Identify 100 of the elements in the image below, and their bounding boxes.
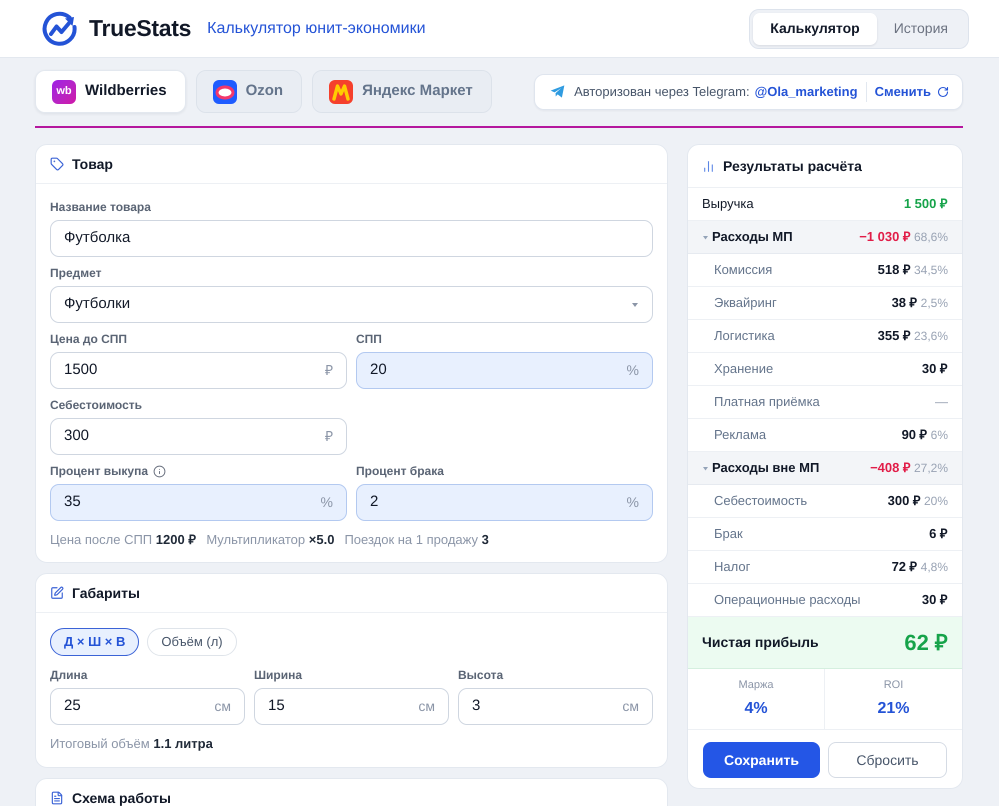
card-title: Товар bbox=[72, 156, 113, 172]
row-label: Реклама bbox=[714, 426, 766, 444]
share-value: 2,5% bbox=[920, 295, 948, 312]
row-label: Эквайринг bbox=[714, 294, 777, 312]
field-label: Цена до СПП bbox=[50, 331, 128, 348]
expense-group-row[interactable]: Расходы МП −1 030 ₽ 68,6% bbox=[688, 221, 962, 254]
refresh-icon bbox=[937, 86, 949, 98]
row-value: 72 ₽ bbox=[892, 558, 918, 576]
input-field[interactable]: Футболка bbox=[50, 220, 653, 257]
row-value: −408 ₽ bbox=[870, 459, 911, 478]
unit-label: ₽ bbox=[325, 427, 333, 446]
row-value: — bbox=[935, 393, 948, 412]
edit-icon bbox=[50, 586, 64, 600]
logo-icon bbox=[42, 10, 78, 46]
nav-tab[interactable]: Калькулятор bbox=[753, 12, 877, 44]
paper-plane-icon bbox=[550, 85, 566, 98]
row-value: −1 030 ₽ bbox=[859, 228, 911, 246]
input-field[interactable]: 1500 ₽ bbox=[50, 352, 347, 389]
input-field[interactable]: 35 % bbox=[50, 484, 347, 521]
expense-group-row[interactable]: Расходы вне МП −408 ₽ 27,2% bbox=[688, 452, 962, 485]
input-field[interactable]: 2 % bbox=[356, 484, 653, 521]
marketplace-tab[interactable]: Яндекс Маркет bbox=[312, 70, 492, 113]
row-value: 518 ₽ bbox=[878, 261, 911, 280]
metric-value: 21% bbox=[877, 698, 910, 719]
row-label: Расходы МП bbox=[712, 228, 793, 246]
input-field[interactable]: 15 см bbox=[254, 688, 449, 725]
row-value: 30 ₽ bbox=[922, 591, 948, 610]
auth-status-text: Авторизован через Telegram: bbox=[574, 82, 750, 101]
bar-chart-icon bbox=[702, 160, 715, 172]
marketplace-logo: wb bbox=[52, 80, 76, 104]
caret-icon bbox=[632, 302, 638, 306]
row-value: 30 ₽ bbox=[922, 360, 948, 378]
field-label: Процент брака bbox=[356, 463, 444, 480]
field-label: Процент выкупа bbox=[50, 463, 148, 480]
row-label: Выручка bbox=[702, 195, 754, 214]
zigzag-logo-icon bbox=[329, 80, 354, 104]
field-label: Ширина bbox=[254, 667, 302, 684]
row-label: Логистика bbox=[714, 327, 775, 346]
unit-label: ₽ bbox=[325, 361, 333, 380]
username-link[interactable]: @Ola_marketing bbox=[754, 82, 858, 102]
unit-label: % bbox=[626, 361, 639, 380]
share-value: 27,2% bbox=[914, 460, 948, 477]
card-title: Габариты bbox=[72, 585, 140, 601]
unit-label: % bbox=[320, 493, 333, 512]
field-label: Предмет bbox=[50, 265, 102, 282]
input-field[interactable]: 300 ₽ bbox=[50, 418, 347, 455]
field-label: Высота bbox=[458, 667, 504, 684]
input-field[interactable]: 3 см bbox=[458, 688, 653, 725]
nav-tab[interactable]: История bbox=[876, 12, 965, 44]
brand-name: TrueStats bbox=[89, 14, 192, 44]
summary-stat: Поездок на 1 продажу 3 bbox=[344, 532, 489, 548]
share-value: 6% bbox=[930, 427, 948, 444]
mode-toggle[interactable]: Объём (л) bbox=[147, 628, 237, 656]
mode-toggle[interactable]: Д × Ш × В bbox=[50, 628, 140, 656]
card-title: Схема работы bbox=[72, 790, 171, 806]
row-label: Себестоимость bbox=[714, 492, 808, 510]
row-value: 355 ₽ bbox=[878, 327, 911, 346]
row-label: Комиссия bbox=[714, 261, 772, 280]
change-account-button[interactable]: Сменить bbox=[874, 82, 949, 102]
input-field[interactable]: 20 % bbox=[356, 352, 653, 389]
marketplace-tab[interactable]: wb Wildberries bbox=[35, 70, 186, 113]
unit-label: см bbox=[214, 697, 231, 716]
row-label: Хранение bbox=[714, 360, 774, 378]
share-value: 23,6% bbox=[914, 328, 948, 345]
field-label: Длина bbox=[50, 667, 88, 684]
row-value: 1 500 ₽ bbox=[904, 195, 948, 214]
select-field[interactable]: Футболки bbox=[50, 286, 653, 323]
ring-logo-icon bbox=[212, 80, 237, 104]
info-icon[interactable] bbox=[153, 464, 166, 478]
row-label: Брак bbox=[714, 525, 743, 544]
profit-label: Чистая прибыль bbox=[702, 633, 819, 652]
share-value: 4,8% bbox=[920, 559, 948, 576]
metric-label: Маржа bbox=[738, 678, 774, 694]
row-value: 38 ₽ bbox=[892, 294, 918, 312]
metric-value: 4% bbox=[744, 698, 768, 719]
share-value: 68,6% bbox=[914, 229, 948, 246]
total-volume: Итоговый объём 1.1 литра bbox=[50, 736, 213, 751]
row-value: 300 ₽ bbox=[888, 492, 921, 510]
summary-stat: Цена после СПП 1200 ₽ bbox=[50, 532, 196, 548]
field-label: СПП bbox=[356, 331, 382, 348]
summary-stat: Мультипликатор ×5.0 bbox=[206, 532, 334, 548]
row-label: Налог bbox=[714, 558, 750, 576]
row-label: Платная приёмка bbox=[714, 393, 820, 412]
share-value: 20% bbox=[924, 493, 948, 510]
unit-label: % bbox=[626, 493, 639, 512]
row-label: Расходы вне МП bbox=[712, 459, 820, 478]
profit-value: 62 ₽ bbox=[904, 629, 948, 657]
row-value: 90 ₽ bbox=[902, 426, 928, 444]
field-label: Название товара bbox=[50, 199, 151, 216]
save-button[interactable]: Сохранить bbox=[703, 742, 820, 778]
document-icon bbox=[50, 791, 64, 805]
marketplace-tab[interactable]: Ozon bbox=[196, 70, 302, 113]
card-title: Результаты расчёта bbox=[723, 156, 862, 176]
metric-label: ROI bbox=[884, 678, 904, 694]
unit-label: см bbox=[418, 697, 435, 716]
row-value: 6 ₽ bbox=[929, 525, 948, 544]
page-subtitle: Калькулятор юнит-экономики bbox=[207, 18, 426, 38]
unit-label: см bbox=[622, 697, 639, 716]
reset-button[interactable]: Сбросить bbox=[828, 742, 947, 778]
input-field[interactable]: 25 см bbox=[50, 688, 245, 725]
